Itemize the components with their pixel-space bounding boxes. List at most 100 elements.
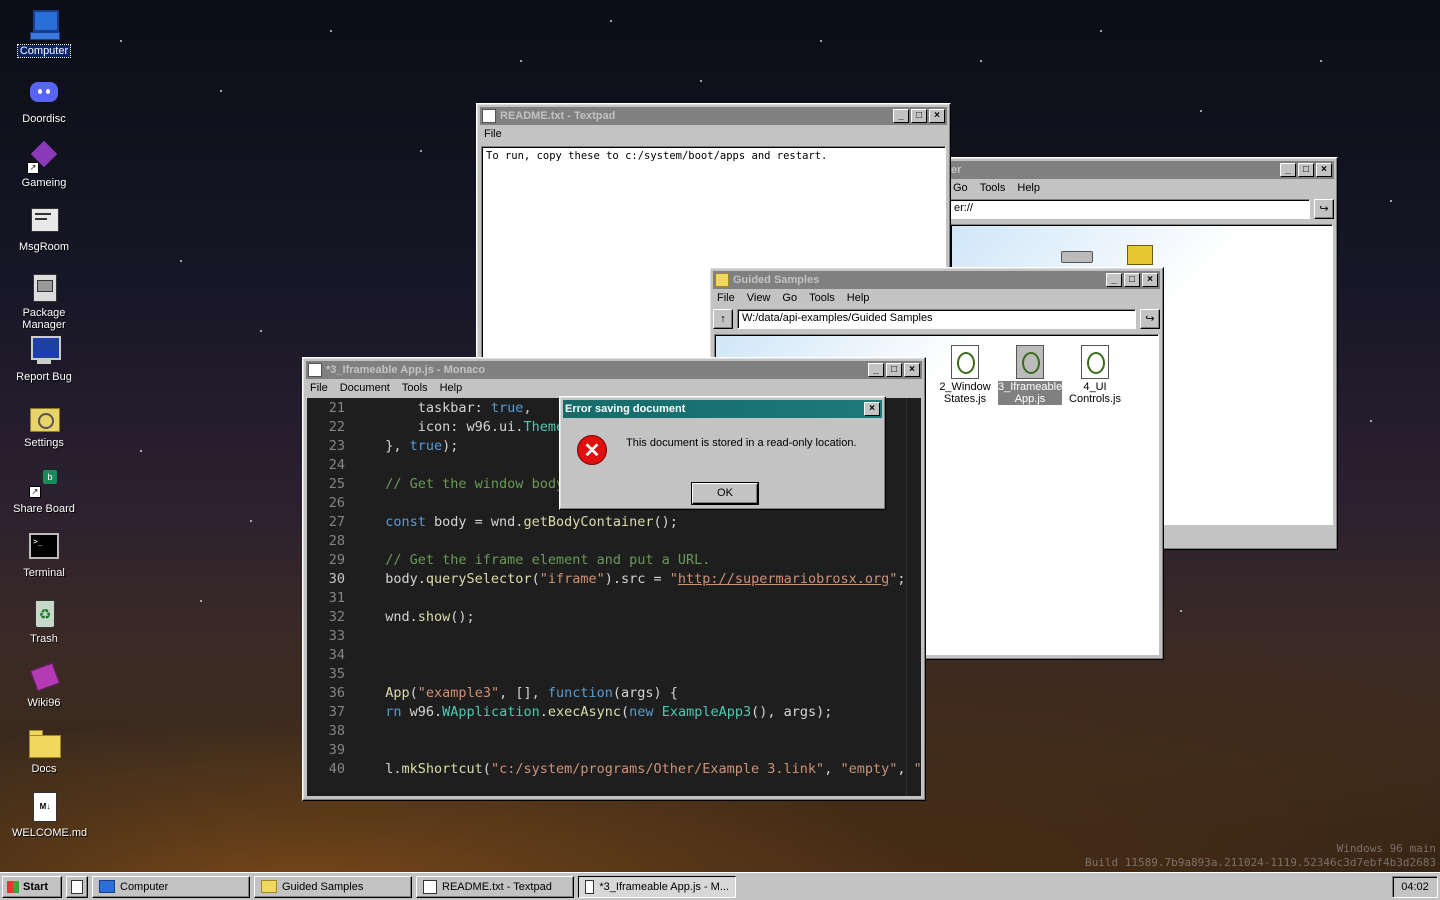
desktop-icon-doordisc[interactable]: Doordisc bbox=[10, 76, 78, 125]
menu-view[interactable]: View bbox=[747, 292, 771, 304]
task-editor[interactable]: *3_Iframeable App.js - M... bbox=[578, 875, 736, 898]
up-folder-icon[interactable]: ↑ bbox=[713, 309, 733, 329]
computer-address-input[interactable]: er:// bbox=[949, 199, 1310, 219]
editor-menubar: File Document Tools Help bbox=[306, 379, 922, 397]
terminal-icon: >_ bbox=[27, 530, 61, 564]
menu-document[interactable]: Document bbox=[340, 382, 390, 394]
recycle-icon: ♻ bbox=[27, 596, 61, 630]
task-label: Guided Samples bbox=[282, 880, 364, 893]
desktop-icon-trash[interactable]: ♻ Trash bbox=[10, 596, 78, 645]
minimize-button[interactable]: _ bbox=[868, 363, 884, 377]
task-guided-samples[interactable]: Guided Samples bbox=[254, 875, 412, 898]
quick-launch-notepad[interactable] bbox=[66, 875, 88, 898]
chat-icon bbox=[27, 204, 61, 238]
js-file-icon bbox=[951, 345, 979, 379]
ok-label: OK bbox=[717, 487, 733, 499]
desktop-icon-wiki96[interactable]: Wiki96 bbox=[10, 660, 78, 709]
error-message: This document is stored in a read-only l… bbox=[626, 437, 857, 449]
minimize-button[interactable]: _ bbox=[1106, 273, 1122, 287]
start-button[interactable]: Start bbox=[2, 875, 62, 898]
editor-titlebar[interactable]: *3_Iframeable App.js - Monaco _ □ × bbox=[306, 361, 922, 379]
code-line: 38 bbox=[328, 723, 345, 739]
ok-button[interactable]: OK bbox=[691, 482, 759, 505]
menu-help[interactable]: Help bbox=[847, 292, 870, 304]
maximize-button[interactable]: □ bbox=[911, 109, 927, 123]
menu-tools[interactable]: Tools bbox=[402, 382, 428, 394]
notepad-icon bbox=[482, 109, 496, 123]
minimize-button[interactable]: _ bbox=[893, 109, 909, 123]
discord-icon bbox=[27, 76, 61, 110]
desktop-icon-terminal[interactable]: >_ Terminal bbox=[10, 530, 78, 579]
code-line: 40 l.mkShortcut("c:/system/programs/Othe… bbox=[328, 761, 921, 777]
maximize-button[interactable]: □ bbox=[886, 363, 902, 377]
markdown-file-icon: M↓ bbox=[27, 790, 61, 824]
close-button[interactable]: × bbox=[904, 363, 920, 377]
readme-title: README.txt - Textpad bbox=[500, 110, 616, 122]
code-line: 39 bbox=[328, 742, 345, 758]
menu-go[interactable]: Go bbox=[782, 292, 797, 304]
book-icon bbox=[27, 660, 61, 694]
drive-icon[interactable] bbox=[1061, 251, 1093, 263]
desktop-icon-gameing[interactable]: ↗ Gameing bbox=[10, 140, 78, 189]
readme-titlebar[interactable]: README.txt - Textpad _ □ × bbox=[480, 107, 947, 125]
error-icon: ✕ bbox=[577, 435, 607, 465]
guided-menubar: File View Go Tools Help bbox=[713, 289, 1160, 307]
code-line: 29 // Get the iframe element and put a U… bbox=[328, 552, 711, 568]
task-label: Computer bbox=[120, 880, 169, 893]
code-line: 33 bbox=[328, 628, 345, 644]
desktop-icon-settings[interactable]: Settings bbox=[10, 400, 78, 449]
minimize-button[interactable]: _ bbox=[1280, 163, 1296, 177]
error-dialog[interactable]: Error saving document × ✕ This document … bbox=[559, 396, 886, 510]
code-line: 36 App("example3", [], function(args) { bbox=[328, 685, 678, 701]
maximize-button[interactable]: □ bbox=[1124, 273, 1140, 287]
file-item[interactable]: 4_UI Controls.js bbox=[1063, 345, 1127, 405]
menu-tools[interactable]: Tools bbox=[809, 292, 835, 304]
desktop-icon-docs[interactable]: Docs bbox=[10, 726, 78, 775]
error-title: Error saving document bbox=[565, 403, 686, 415]
desktop-icon-package-manager[interactable]: Package Manager bbox=[10, 270, 78, 331]
menu-tools[interactable]: Tools bbox=[980, 182, 1006, 194]
file-item[interactable]: 2_Window States.js bbox=[933, 345, 997, 405]
computer-titlebar[interactable]: er _ □ × bbox=[949, 161, 1334, 179]
lock-icon[interactable] bbox=[1127, 245, 1153, 265]
menu-file[interactable]: File bbox=[484, 128, 502, 140]
js-file-icon bbox=[1081, 345, 1109, 379]
desktop-icon-msgroom[interactable]: MsgRoom bbox=[10, 204, 78, 253]
menu-file[interactable]: File bbox=[717, 292, 735, 304]
editor-title: *3_Iframeable App.js - Monaco bbox=[326, 364, 486, 376]
desktop-icon-computer[interactable]: Computer bbox=[10, 8, 78, 58]
package-icon bbox=[27, 270, 61, 304]
code-line: 31 bbox=[328, 590, 345, 606]
code-line: 32 wnd.show(); bbox=[328, 609, 475, 625]
close-button[interactable]: × bbox=[864, 402, 880, 416]
menu-file[interactable]: File bbox=[310, 382, 328, 394]
guided-titlebar[interactable]: Guided Samples _ □ × bbox=[713, 271, 1160, 289]
task-readme[interactable]: README.txt - Textpad bbox=[416, 875, 574, 898]
desktop-icon-share-board[interactable]: b ↗ Share Board bbox=[10, 466, 78, 515]
js-file-icon bbox=[1016, 345, 1044, 379]
menu-help[interactable]: Help bbox=[440, 382, 463, 394]
error-titlebar[interactable]: Error saving document × bbox=[563, 400, 882, 418]
menu-go[interactable]: Go bbox=[953, 182, 968, 194]
close-button[interactable]: × bbox=[1316, 163, 1332, 177]
computer-title: er bbox=[951, 164, 962, 176]
go-arrow-icon[interactable]: ↪ bbox=[1314, 199, 1334, 219]
code-line: 37 rn w96.WApplication.execAsync(new Exa… bbox=[328, 704, 833, 720]
file-item-selected[interactable]: 3_Iframeable App.js bbox=[998, 345, 1062, 405]
desktop-icon-report-bug[interactable]: Report Bug bbox=[10, 334, 78, 383]
menu-help[interactable]: Help bbox=[1017, 182, 1040, 194]
task-computer[interactable]: Computer bbox=[92, 875, 250, 898]
close-button[interactable]: × bbox=[1142, 273, 1158, 287]
file-label: 2_Window States.js bbox=[939, 381, 991, 405]
go-arrow-icon[interactable]: ↪ bbox=[1140, 309, 1160, 329]
start-label: Start bbox=[23, 880, 49, 893]
clock[interactable]: 04:02 bbox=[1392, 875, 1438, 898]
watermark-line2: Build 11589.7b9a893a.211024-1119.52346c3… bbox=[1085, 856, 1436, 869]
guided-address-input[interactable]: W:/data/api-examples/Guided Samples bbox=[737, 309, 1136, 329]
maximize-button[interactable]: □ bbox=[1298, 163, 1314, 177]
desktop-icon-welcome-md[interactable]: M↓ WELCOME.md bbox=[10, 790, 87, 839]
task-label: README.txt - Textpad bbox=[442, 880, 552, 893]
close-button[interactable]: × bbox=[929, 109, 945, 123]
editor-scrollbar[interactable] bbox=[906, 398, 921, 796]
code-line: 27 const body = wnd.getBodyContainer(); bbox=[328, 514, 678, 530]
